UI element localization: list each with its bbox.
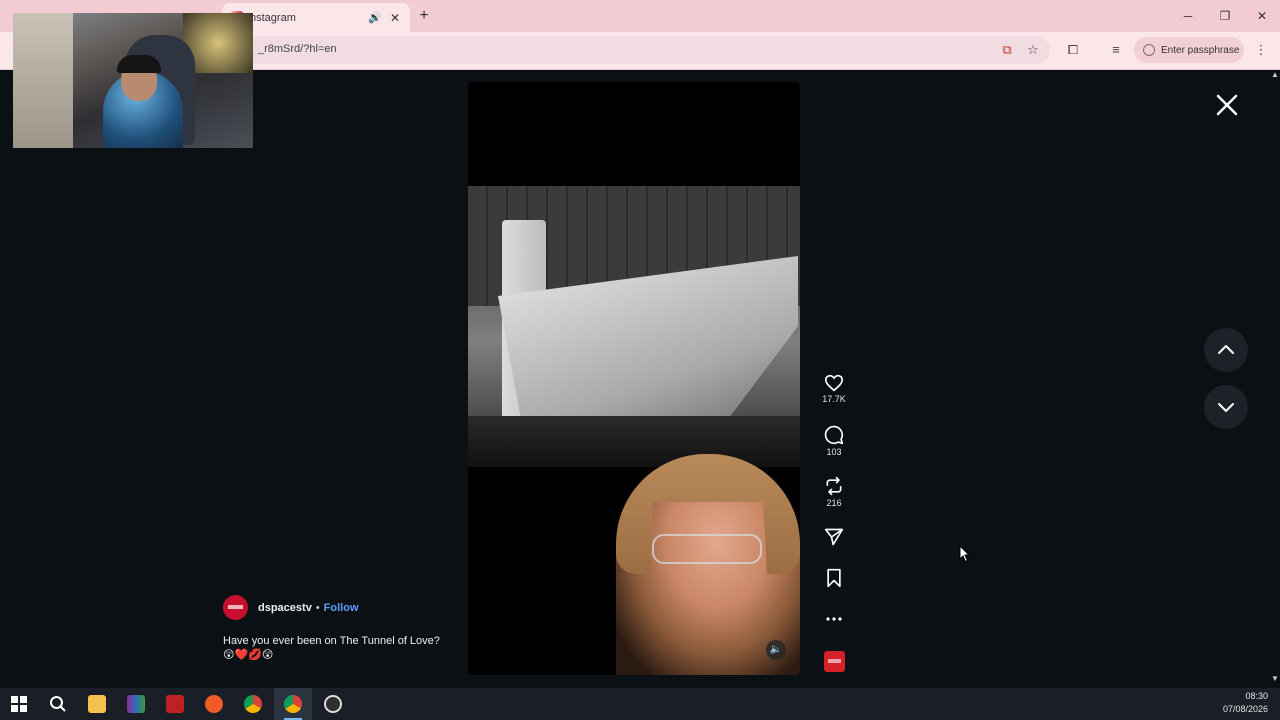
mouse-cursor-icon xyxy=(959,545,971,563)
clock-time: 08:30 xyxy=(1245,691,1268,701)
avatar[interactable] xyxy=(223,595,248,620)
reel-caption: Have you ever been on The Tunnel of Love… xyxy=(223,634,463,662)
reel-author: dspacestv • Follow xyxy=(223,595,359,620)
sync-icon xyxy=(1143,44,1155,56)
media-controls-icon[interactable]: ≡ xyxy=(1106,40,1126,60)
obs-icon xyxy=(324,695,342,713)
bookmark-star-icon[interactable]: ☆ xyxy=(1023,40,1043,60)
windows-start-button[interactable] xyxy=(0,688,38,720)
search-icon xyxy=(50,696,66,712)
extensions-icon[interactable]: ⧠ xyxy=(1063,40,1083,60)
chrome-profile-icon xyxy=(244,695,262,713)
tunnel-of-love-photo xyxy=(468,186,800,467)
caption-text: Have you ever been on The Tunnel of Love… xyxy=(223,635,440,647)
send-icon xyxy=(824,528,844,546)
brave-icon xyxy=(205,695,223,713)
cast-icon[interactable]: ⧉ xyxy=(997,40,1017,60)
comment-icon xyxy=(824,425,844,445)
share-button[interactable] xyxy=(814,527,854,547)
like-button[interactable]: 17.7K xyxy=(814,374,854,404)
scroll-up-arrow-icon[interactable]: ▲ xyxy=(1270,70,1280,82)
webcam-overlay xyxy=(13,13,253,148)
minimize-button[interactable]: ─ xyxy=(1170,0,1206,32)
taskbar-obs[interactable] xyxy=(314,688,352,720)
filezilla-icon xyxy=(166,695,184,713)
separator-dot: • xyxy=(315,601,320,614)
audio-thumbnail[interactable] xyxy=(824,651,845,672)
taskbar: 08:30 07/08/2026 xyxy=(0,688,1280,720)
restore-button[interactable]: ❐ xyxy=(1207,0,1243,32)
chrome-icon xyxy=(284,695,302,713)
folder-icon xyxy=(88,695,106,713)
new-tab-button[interactable]: + xyxy=(414,6,434,26)
clock-date: 07/08/2026 xyxy=(1222,704,1268,714)
author-name[interactable]: dspacestv xyxy=(258,602,312,614)
reel-video[interactable]: 🔈 xyxy=(468,82,800,675)
like-count: 17.7K xyxy=(822,394,846,404)
taskbar-winrar[interactable] xyxy=(117,688,155,720)
winrar-icon xyxy=(127,695,145,713)
url-text[interactable]: _r8mSrd/?hl=en xyxy=(258,43,337,55)
next-reel-button[interactable] xyxy=(1204,385,1248,429)
presenter-glasses xyxy=(652,534,762,564)
speaker-icon[interactable]: 🔊 xyxy=(368,11,382,24)
close-viewer-icon[interactable] xyxy=(1212,90,1242,120)
previous-reel-button[interactable] xyxy=(1204,328,1248,372)
volume-icon[interactable]: 🔈 xyxy=(766,640,786,660)
comment-button[interactable]: 103 xyxy=(814,425,854,457)
cam-shelf xyxy=(13,13,73,148)
taskbar-search-button[interactable] xyxy=(39,688,77,720)
taskbar-file-explorer[interactable] xyxy=(78,688,116,720)
passphrase-button[interactable]: Enter passphrase xyxy=(1134,37,1244,63)
repost-icon xyxy=(826,476,842,496)
repost-count: 216 xyxy=(826,498,842,508)
save-button[interactable] xyxy=(814,568,854,588)
windows-logo-icon xyxy=(11,696,27,712)
menu-kebab-icon[interactable]: ⋮ xyxy=(1251,40,1271,60)
system-clock[interactable]: 08:30 07/08/2026 xyxy=(1223,690,1268,716)
bookmark-icon xyxy=(827,568,841,588)
photo-water xyxy=(468,416,800,467)
taskbar-chrome[interactable] xyxy=(274,688,312,720)
tab-close-icon[interactable]: ✕ xyxy=(388,11,402,25)
more-dots-icon xyxy=(826,617,842,621)
heart-icon xyxy=(824,374,844,392)
caption-emojis: 😲❤️💋😲 xyxy=(223,649,274,661)
close-window-button[interactable]: ✕ xyxy=(1244,0,1280,32)
scroll-down-arrow-icon[interactable]: ▼ xyxy=(1270,674,1280,686)
repost-button[interactable]: 216 xyxy=(814,476,854,508)
more-options-button[interactable] xyxy=(814,611,854,627)
follow-button[interactable]: Follow xyxy=(324,602,359,614)
chevron-up-icon xyxy=(1218,345,1234,354)
taskbar-brave[interactable] xyxy=(195,688,233,720)
comment-count: 103 xyxy=(826,447,842,457)
passphrase-label: Enter passphrase xyxy=(1161,44,1240,56)
tab-title: nstagram xyxy=(250,11,296,24)
taskbar-chrome-profile[interactable] xyxy=(234,688,272,720)
cam-cap xyxy=(117,55,161,73)
chevron-down-icon xyxy=(1218,403,1234,412)
taskbar-filezilla[interactable] xyxy=(156,688,194,720)
